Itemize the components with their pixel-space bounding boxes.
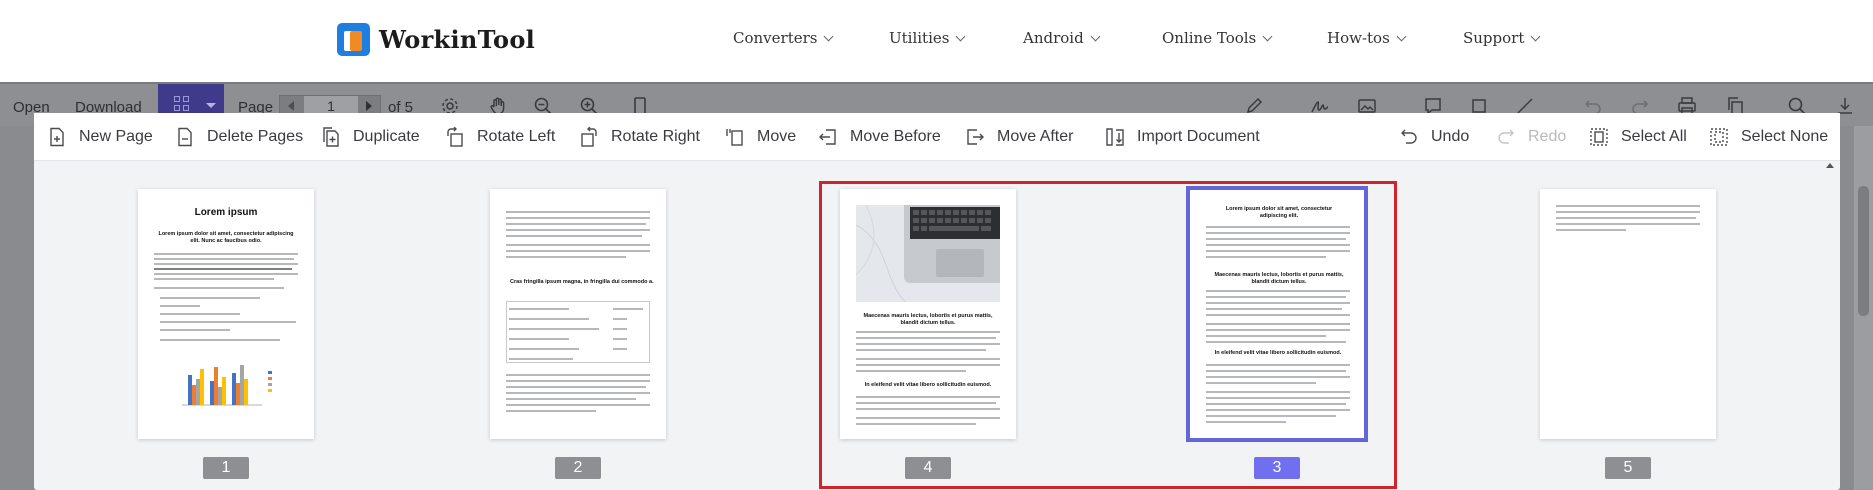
scrollbar-thumb[interactable] xyxy=(1858,186,1869,316)
duplicate-icon xyxy=(320,126,342,148)
viewer-scrollbar[interactable] xyxy=(1854,126,1873,490)
import-document-button[interactable]: Import Document xyxy=(1104,124,1260,150)
select-none-button[interactable]: Select None xyxy=(1708,124,1828,150)
rotate-left-button[interactable]: Rotate Left xyxy=(444,124,555,150)
page4-laptop-photo xyxy=(856,205,1000,302)
move-after-icon xyxy=(964,126,986,148)
page3-title: Lorem ipsum dolor sit amet, consectetur … xyxy=(1225,206,1333,219)
page1-subtitle: Lorem ipsum dolor sit amet, consectetur … xyxy=(158,231,294,244)
organize-toolbar: New Page Delete Pages Duplicate Rotate L… xyxy=(34,113,1840,161)
page2-heading: Cras fringilla ipsum magna, in fringilla… xyxy=(510,279,654,285)
move-before-button[interactable]: Move Before xyxy=(817,124,941,150)
new-page-button[interactable]: New Page xyxy=(46,124,153,150)
next-page-icon[interactable] xyxy=(366,101,372,111)
chevron-down-icon xyxy=(1090,31,1101,41)
page3-heading: Maecenas mauris lectus, lobortis et puru… xyxy=(1214,272,1344,285)
page-number-badge-4: 4 xyxy=(905,457,951,479)
nav-support[interactable]: Support xyxy=(1463,29,1541,47)
undo-button[interactable]: Undo xyxy=(1398,124,1469,150)
chevron-down-icon xyxy=(1262,31,1273,41)
nav-converters[interactable]: Converters xyxy=(733,29,834,47)
move-after-button[interactable]: Move After xyxy=(964,124,1073,150)
chevron-down-icon xyxy=(956,31,966,41)
page2-table xyxy=(506,301,650,363)
chevron-down-icon xyxy=(824,31,834,41)
page-number-badge-5: 5 xyxy=(1605,457,1651,479)
move-icon xyxy=(724,126,746,148)
page3-heading-2: In eleifend velit vitae libero sollicitu… xyxy=(1214,350,1342,356)
nav-how-tos[interactable]: How-tos xyxy=(1327,29,1407,47)
main-nav: Converters Utilities Android Online Tool… xyxy=(0,29,1873,51)
page-thumbnail-2[interactable]: Cras fringilla ipsum magna, in fringilla… xyxy=(490,189,666,439)
rotate-right-icon xyxy=(578,126,600,148)
site-header: WorkinTool Converters Utilities Android … xyxy=(0,0,1873,82)
caret-down-icon xyxy=(206,103,216,108)
redo-icon xyxy=(1495,126,1517,148)
page-number-badge-2: 2 xyxy=(555,457,601,479)
duplicate-button[interactable]: Duplicate xyxy=(320,124,420,150)
import-icon xyxy=(1104,126,1126,148)
page-thumbnail-4[interactable]: Maecenas mauris lectus, lobortis et puru… xyxy=(840,189,1016,439)
organize-pages-panel: New Page Delete Pages Duplicate Rotate L… xyxy=(34,113,1840,490)
page4-heading-2: In eleifend velit vitae libero sollicitu… xyxy=(864,382,992,388)
page-thumbnail-1[interactable]: Lorem ipsum Lorem ipsum dolor sit amet, … xyxy=(138,189,314,439)
rotate-left-icon xyxy=(444,126,466,148)
chevron-down-icon xyxy=(1530,31,1541,41)
redo-button[interactable]: Redo xyxy=(1495,124,1566,150)
move-button[interactable]: Move xyxy=(724,124,796,150)
rotate-right-button[interactable]: Rotate Right xyxy=(578,124,700,150)
document-add-icon xyxy=(46,126,68,148)
chevron-down-icon xyxy=(1396,31,1407,41)
select-all-icon xyxy=(1588,126,1610,148)
page-thumbnail-5[interactable] xyxy=(1540,189,1716,439)
nav-online-tools[interactable]: Online Tools xyxy=(1162,29,1273,47)
page-thumbnail-3[interactable]: Lorem ipsum dolor sit amet, consectetur … xyxy=(1186,186,1368,442)
page-number-badge-1: 1 xyxy=(203,457,249,479)
select-none-icon xyxy=(1708,126,1730,148)
nav-utilities[interactable]: Utilities xyxy=(889,29,966,47)
page4-heading: Maecenas mauris lectus, lobortis et puru… xyxy=(863,313,993,326)
nav-android[interactable]: Android xyxy=(1023,29,1101,47)
grid-icon xyxy=(174,96,180,102)
page1-bar-chart xyxy=(182,365,272,406)
undo-icon xyxy=(1398,126,1420,148)
select-all-button[interactable]: Select All xyxy=(1588,124,1687,150)
delete-pages-button[interactable]: Delete Pages xyxy=(174,124,303,150)
scroll-up-icon[interactable] xyxy=(1826,163,1834,168)
document-remove-icon xyxy=(174,126,196,148)
previous-page-icon[interactable] xyxy=(288,101,294,111)
page-number-badge-3: 3 xyxy=(1254,457,1300,479)
page1-title: Lorem ipsum xyxy=(194,207,258,218)
move-before-icon xyxy=(817,126,839,148)
